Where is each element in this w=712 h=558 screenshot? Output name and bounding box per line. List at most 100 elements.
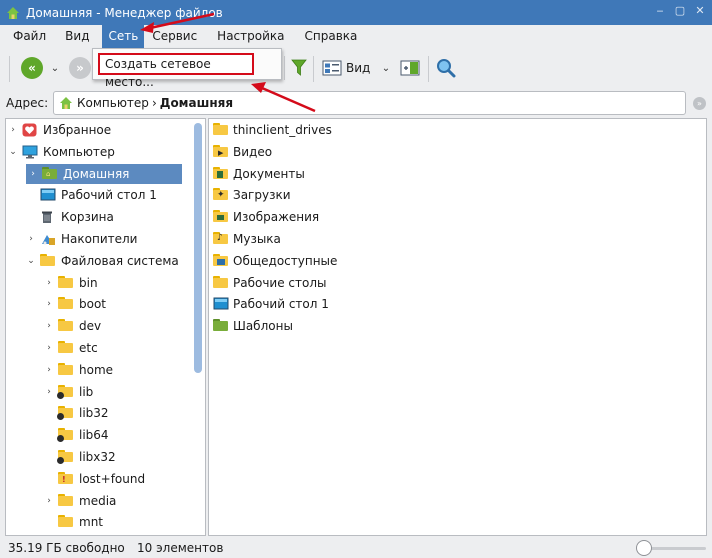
home-icon [60,97,72,109]
file-item-label: Рабочий стол 1 [233,297,329,312]
window-title: Домашняя - Менеджер файлов [26,5,223,20]
tree-item[interactable]: › Накопители [26,229,137,249]
folder-icon [58,297,74,311]
expand-chevron-icon[interactable]: › [8,125,18,135]
close-icon[interactable]: ✕ [694,4,706,18]
item-count-status: 10 элементов [137,541,224,555]
split-view-button[interactable] [399,57,421,79]
tree-item[interactable]: ⌄ Файловая система [26,251,179,271]
file-item[interactable]: Изображения [213,207,319,227]
collapse-chevron-icon[interactable]: ⌄ [8,147,18,157]
tree-item[interactable]: › bin [44,273,98,293]
tree-item[interactable]: › ⌂ Домашняя [26,163,182,184]
file-item-label: Загрузки [233,188,291,203]
tree-scrollbar[interactable] [194,121,202,533]
menu-tools[interactable]: Сервис [146,25,203,48]
pictures-folder-icon [213,210,229,224]
expand-chevron-icon[interactable]: › [44,365,54,375]
tree-item-label: Домашняя [63,166,130,181]
status-bar: 35.19 ГБ свободно 10 элементов [0,538,712,558]
tree-item[interactable]: lib64 [44,425,109,445]
address-bar: Адрес: Компьютер › Домашняя » [0,90,712,117]
file-item[interactable]: Шаблоны [213,316,293,336]
split-panel-icon [400,60,420,76]
tree-item[interactable]: Рабочий стол 1 [26,185,157,205]
filter-button[interactable] [290,57,308,79]
zoom-slider-handle[interactable] [636,540,652,556]
expand-chevron-icon[interactable]: › [44,343,54,353]
tree-item[interactable]: › media [44,491,116,511]
menu-help[interactable]: Справка [299,25,364,48]
tree-item[interactable]: Корзина [26,207,114,227]
maximize-icon[interactable]: ▢ [674,4,686,18]
tree-item[interactable]: ⌄ Компьютер [8,142,115,162]
folder-icon [58,341,74,355]
menu-file[interactable]: Файл [7,25,52,48]
file-item[interactable]: Рабочие столы [213,273,327,293]
tree-item[interactable]: › etc [44,338,98,358]
tree-item[interactable]: mnt [44,512,103,532]
breadcrumb-computer[interactable]: Компьютер [77,96,149,110]
tree-item[interactable]: libx32 [44,447,116,467]
folder-icon [213,275,229,290]
file-item[interactable]: Общедоступные [213,251,337,271]
expand-chevron-icon[interactable]: › [26,234,36,244]
file-item[interactable]: Документы [213,164,305,184]
file-item[interactable]: ✦ Загрузки [213,185,291,205]
file-item-label: Рабочие столы [233,275,327,290]
breadcrumb-home[interactable]: Домашняя [160,96,233,110]
collapse-chevron-icon[interactable]: ⌄ [26,256,36,266]
tree-item[interactable]: › Избранное [8,120,111,140]
expand-chevron-icon[interactable]: › [44,496,54,506]
toolbar-separator [283,56,285,80]
tree-item[interactable]: › dev [44,316,101,336]
music-folder-icon: ♪ [213,232,229,246]
menu-view[interactable]: Вид [59,25,95,48]
expand-chevron-icon[interactable]: › [44,321,54,331]
search-button[interactable] [435,57,457,79]
tree-item[interactable]: lib32 [44,403,109,423]
menu-network[interactable]: Сеть [102,25,145,48]
tree-item-label: home [79,362,114,377]
tree-item[interactable]: › boot [44,294,106,314]
tree-item[interactable]: ! lost+found [44,469,145,489]
folder-icon [58,493,74,508]
menu-settings[interactable]: Настройка [211,25,290,48]
back-icon: « [21,57,43,79]
file-item[interactable]: Рабочий стол 1 [213,294,329,314]
create-network-place-item[interactable]: Создать сетевое место... [98,53,254,89]
back-button[interactable]: « [21,57,43,79]
expand-chevron-icon[interactable]: › [28,169,38,179]
view-mode-dropdown[interactable]: ⌄ [379,57,393,79]
expand-chevron-icon[interactable]: › [44,278,54,288]
tree-item-label: Компьютер [43,144,115,159]
folder-icon [40,253,56,268]
folder-icon [58,275,74,290]
go-arrow-icon[interactable]: » [693,97,706,110]
tree-item[interactable]: › lib [44,382,93,402]
folder-icon [213,123,229,137]
expand-chevron-icon[interactable]: › [44,299,54,309]
forward-button[interactable]: » [69,57,91,79]
free-space-status: 35.19 ГБ свободно [8,541,125,555]
trash-icon [40,210,56,224]
folder-link-icon [57,450,74,464]
tree-item-label: media [79,493,117,508]
tree-item[interactable]: › home [44,360,113,380]
expand-chevron-icon[interactable]: › [44,387,54,397]
address-field[interactable]: Компьютер › Домашняя [53,91,686,115]
title-bar: Домашняя - Менеджер файлов ‒ ▢ ✕ [0,0,712,25]
minimize-icon[interactable]: ‒ [654,4,666,18]
folder-locked-icon: ! [58,471,74,486]
view-mode-button[interactable]: Вид [322,57,372,79]
file-item[interactable]: ▶ Видео [213,142,272,162]
file-item[interactable]: ♪ Музыка [213,229,281,249]
toolbar-separator [428,56,429,82]
tree-scrollbar-thumb[interactable] [194,123,202,373]
templates-folder-icon [213,319,229,333]
tree-item-label: Рабочий стол 1 [61,188,157,203]
tree-item-label: Файловая система [61,253,179,268]
tree-item-label: etc [79,341,98,355]
back-history-button[interactable]: ⌄ [48,57,62,79]
file-item[interactable]: thinclient_drives [213,120,332,140]
